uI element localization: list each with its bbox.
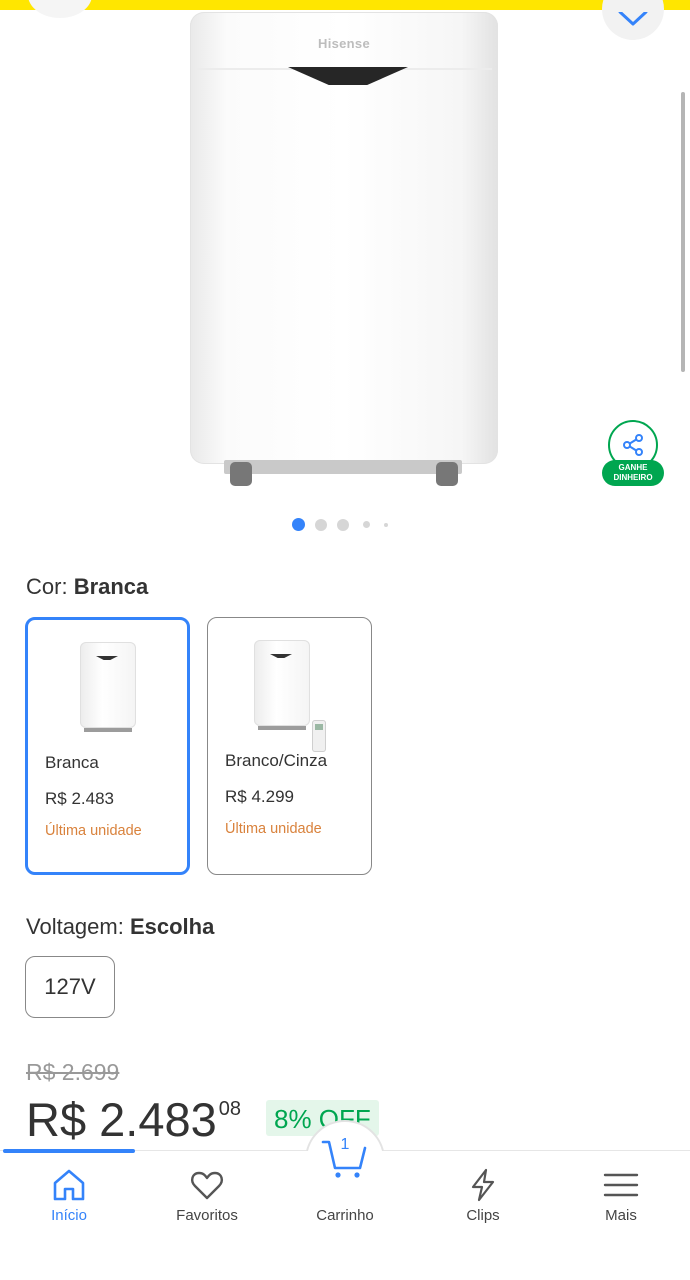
wheel [230,462,252,486]
nav-item-favoritos[interactable]: Favoritos [138,1150,276,1230]
heart-outline-icon [618,12,648,26]
lightning-icon [471,1168,495,1202]
price-cents: 08 [218,1098,242,1120]
variant-price: R$ 4.299 [225,787,294,806]
variant-stock: Última unidade [45,823,142,839]
nav-label: Favoritos [176,1207,238,1224]
thumb-unit [254,640,310,726]
earn-money-badge: GANHE DINHEIRO [602,460,664,486]
remote-control [312,720,326,752]
variant-name: Branca [45,753,99,772]
scrollbar[interactable] [681,92,685,372]
current-price: R$ 2.483 08 [26,1092,241,1148]
carousel-dot[interactable] [337,518,349,531]
voltage-value: Escolha [129,914,215,939]
menu-icon [603,1173,639,1197]
carousel-indicator [292,518,398,531]
color-value: Branca [73,574,149,599]
thumb-base [84,728,132,732]
share-icon [623,434,643,456]
unit-base [224,460,462,474]
variant-thumbnail [78,642,138,734]
product-page: Hisense GANHE DINHEIRO Cor: Branca Branc… [0,0,690,1280]
carousel-dot[interactable] [315,518,327,531]
variant-price: R$ 2.483 [45,789,114,808]
nav-label: Mais [605,1207,637,1224]
wheel [436,462,458,486]
variant-name: Branco/Cinza [225,751,328,770]
carousel-dot[interactable] [384,522,388,527]
nav-item-clips[interactable]: Clips [414,1150,552,1230]
back-button[interactable] [28,0,92,18]
cart-count: 1 [340,1136,350,1153]
nav-item-mais[interactable]: Mais [552,1150,690,1230]
control-panel [288,67,408,85]
nav-label: Clips [466,1207,500,1224]
air-conditioner-body: Hisense [190,12,498,464]
nav-item-inicio[interactable]: Início [0,1150,138,1230]
old-price: R$ 2.699 [26,1059,120,1085]
nav-label[interactable]: Carrinho [276,1207,414,1224]
color-label: Cor: [26,574,68,599]
share-earn-button[interactable]: GANHE DINHEIRO [600,420,666,486]
variant-thumbnail [252,640,326,752]
price-main: R$ 2.483 [26,1093,217,1146]
home-icon [53,1169,85,1201]
voltage-option-127v[interactable]: 127V [25,956,115,1018]
voltage-title: Voltagem: Escolha [26,914,214,940]
favorite-button[interactable] [602,0,664,40]
brand-logo: Hisense [318,36,370,51]
color-option-branca[interactable]: Branca R$ 2.483 Última unidade [25,617,190,875]
earn-label-line2: DINHEIRO [613,473,653,482]
carousel-dot[interactable] [292,518,305,531]
thumb-base [258,726,306,730]
carousel-dot[interactable] [363,521,370,528]
variant-stock: Última unidade [225,821,322,837]
voltage-label: Voltagem: [26,914,124,939]
color-option-branco-cinza[interactable]: Branco/Cinza R$ 4.299 Última unidade [207,617,372,875]
product-image[interactable]: Hisense [186,0,502,490]
thumb-unit [80,642,136,728]
color-title: Cor: Branca [26,574,148,600]
earn-label-line1: GANHE [618,463,648,472]
heart-icon [191,1171,223,1200]
nav-label: Início [51,1207,87,1224]
